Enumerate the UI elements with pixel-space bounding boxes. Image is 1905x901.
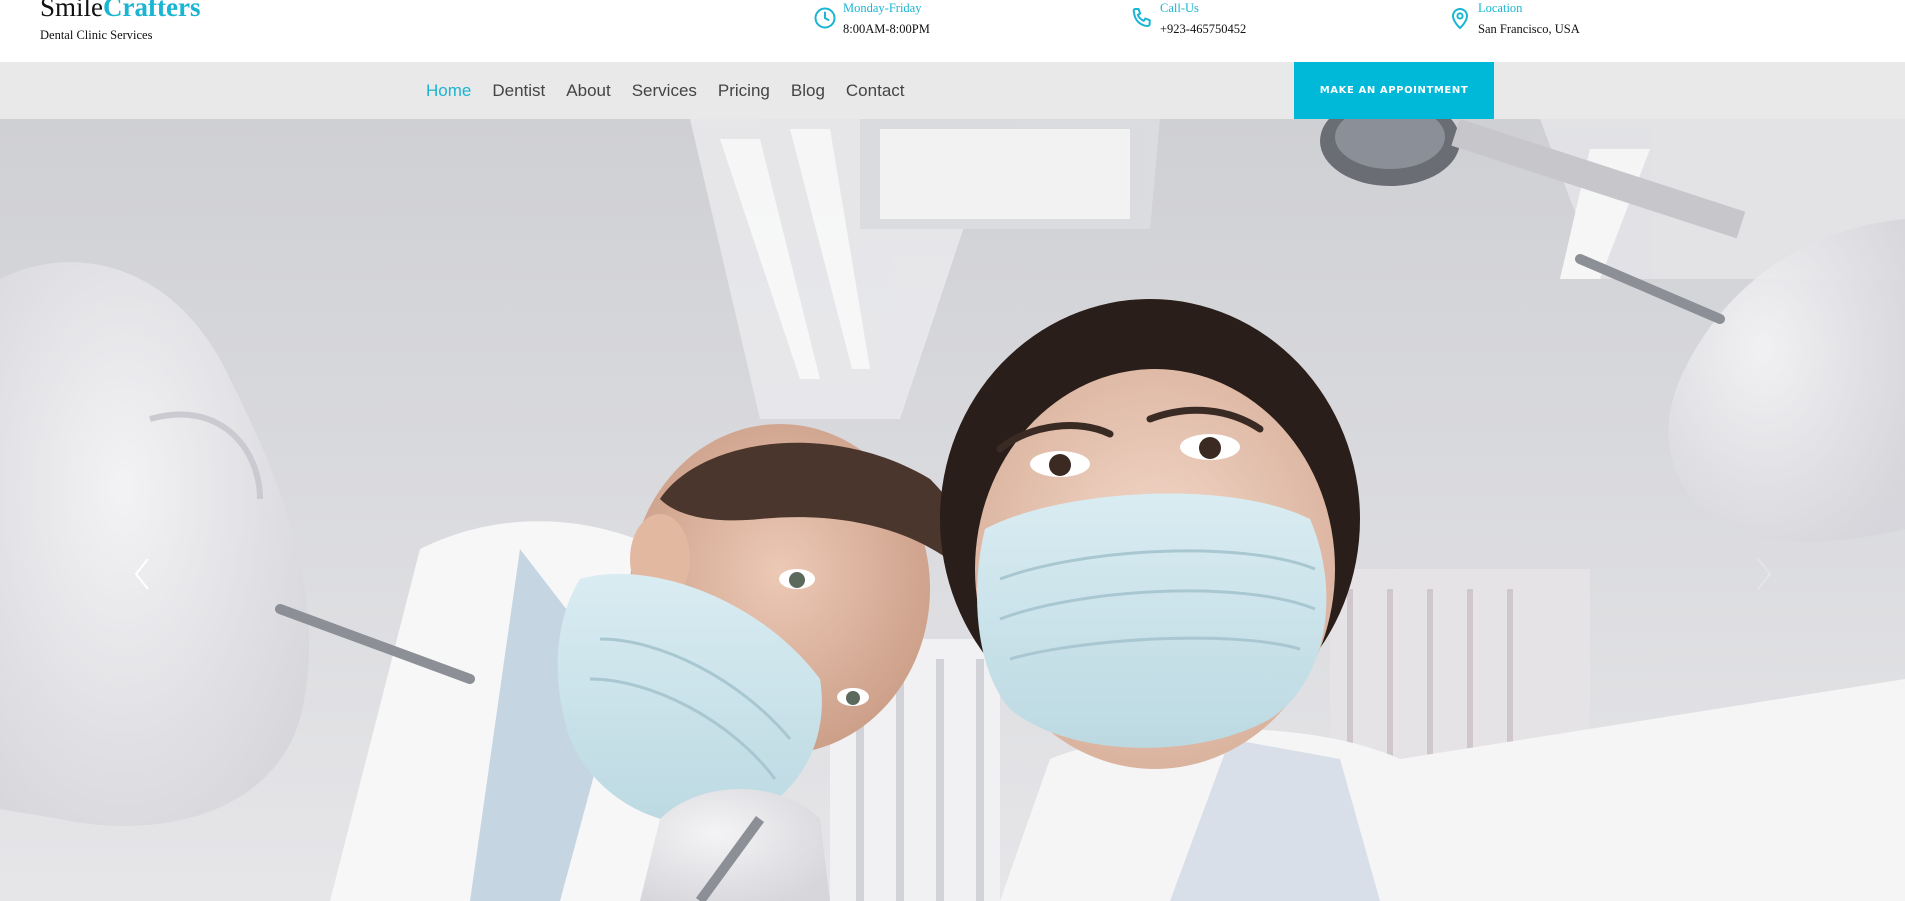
brand-tagline: Dental Clinic Services	[40, 28, 153, 42]
hero-image	[0, 119, 1905, 901]
nav-item-contact[interactable]: Contact	[846, 81, 905, 101]
nav-item-services[interactable]: Services	[632, 81, 697, 101]
hero-slider	[0, 119, 1905, 901]
nav-item-dentist[interactable]: Dentist	[492, 81, 545, 101]
map-pin-icon	[1451, 8, 1469, 30]
brand-logo[interactable]: SmileCrafters	[40, 0, 200, 21]
location-label: Location	[1478, 1, 1523, 15]
brand-name-part2: Crafters	[103, 0, 201, 22]
nav-item-home[interactable]: Home	[426, 81, 471, 101]
location-value: San Francisco, USA	[1478, 22, 1580, 36]
nav-item-pricing[interactable]: Pricing	[718, 81, 770, 101]
hours-label: Monday-Friday	[843, 1, 922, 15]
top-header: SmileCrafters Dental Clinic Services Mon…	[0, 0, 1905, 62]
clock-icon	[814, 7, 836, 29]
hours-value: 8:00AM-8:00PM	[843, 22, 930, 36]
brand-name: SmileCrafters	[40, 0, 200, 22]
call-label: Call-Us	[1160, 1, 1199, 15]
nav-item-about[interactable]: About	[566, 81, 610, 101]
make-appointment-button[interactable]: Make an Appointment	[1294, 62, 1494, 119]
brand-name-part1: Smile	[40, 0, 104, 22]
info-hours: Monday-Friday 8:00AM-8:00PM	[813, 0, 1013, 44]
nav-item-blog[interactable]: Blog	[791, 81, 825, 101]
nav-links: Home Dentist About Services Pricing Blog…	[426, 62, 926, 119]
info-location: Location San Francisco, USA	[1448, 0, 1668, 44]
main-nav: Home Dentist About Services Pricing Blog…	[0, 62, 1905, 119]
phone-icon	[1132, 8, 1151, 27]
call-value[interactable]: +923-465750452	[1160, 22, 1246, 37]
chevron-left-icon[interactable]	[128, 549, 158, 599]
info-call: Call-Us +923-465750452	[1130, 0, 1330, 44]
chevron-right-icon[interactable]	[1748, 549, 1778, 599]
